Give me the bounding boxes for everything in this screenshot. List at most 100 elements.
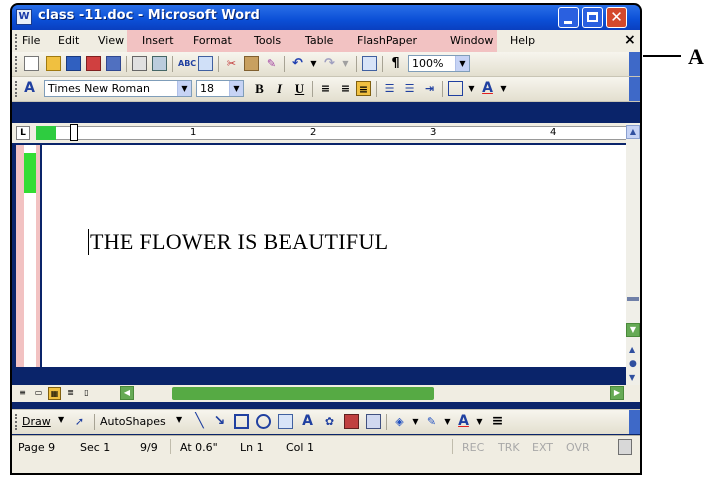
status-rec[interactable]: REC [462,441,484,454]
vertical-ruler[interactable] [16,145,40,367]
font-color-dropdown-icon[interactable]: ▼ [472,414,487,429]
horizontal-scroll-thumb[interactable] [172,387,434,400]
menu-table[interactable]: Table [305,34,333,47]
title-bar[interactable]: W class -11.doc - Microsoft Word ✕ [12,5,640,30]
spelling-status-icon[interactable] [618,439,632,455]
font-select[interactable]: Times New Roman ▼ [44,80,192,97]
line-style-icon[interactable]: ≡ [490,414,505,429]
menu-edit[interactable]: Edit [58,34,79,47]
fill-color-icon[interactable]: ◈ [392,414,407,429]
permission-icon[interactable] [86,56,101,71]
redo-dropdown-icon[interactable]: ▼ [338,56,353,71]
open-folder-icon[interactable] [46,56,61,71]
line-color-dropdown-icon[interactable]: ▼ [440,414,455,429]
next-page-icon[interactable]: ▼ [629,373,635,382]
chevron-down-icon[interactable]: ▼ [176,415,182,424]
toolbar-grip[interactable] [15,414,20,430]
border-dropdown-icon[interactable]: ▼ [464,81,479,96]
menu-tools[interactable]: Tools [254,34,281,47]
table-icon[interactable] [362,56,377,71]
print-preview-icon[interactable] [152,56,167,71]
numbering-icon[interactable]: ☰ [382,81,397,96]
horizontal-ruler[interactable]: 1 2 3 4 [36,126,628,140]
line-icon[interactable]: ╲ [192,414,207,429]
draw-menu[interactable]: Draw [22,415,51,428]
document-close-icon[interactable]: × [624,32,636,48]
save-icon[interactable] [66,56,81,71]
toolbar-grip[interactable] [15,81,20,97]
undo-dropdown-icon[interactable]: ▼ [306,56,321,71]
document-area[interactable]: THE FLOWER IS BEAUTIFUL [42,145,626,367]
italic-button[interactable]: I [272,81,287,96]
chevron-down-icon[interactable]: ▼ [177,81,191,96]
paste-icon[interactable] [244,56,259,71]
menu-window[interactable]: Window [450,34,493,47]
toolbar-options-icon[interactable] [629,410,640,434]
toolbar-options-icon[interactable] [629,77,640,101]
menu-help[interactable]: Help [510,34,535,47]
text-box-icon[interactable] [278,414,293,429]
scroll-left-icon[interactable]: ◀ [120,386,134,400]
chevron-down-icon[interactable]: ▼ [455,56,469,71]
previous-page-icon[interactable]: ▲ [629,345,635,354]
scroll-up-icon[interactable]: ▲ [626,125,640,139]
spelling-icon[interactable]: ABC [178,56,196,71]
align-center-icon[interactable]: ≡ [338,81,353,96]
undo-icon[interactable]: ↶ [290,56,305,71]
menu-insert[interactable]: Insert [142,34,174,47]
web-view-icon[interactable]: ▭ [32,387,45,400]
menu-view[interactable]: View [98,34,124,47]
tab-selector[interactable]: L [16,126,30,140]
chevron-down-icon[interactable]: ▼ [229,81,243,96]
oval-icon[interactable] [256,414,271,429]
show-formatting-icon[interactable]: ¶ [388,56,403,71]
vertical-scroll-thumb[interactable] [627,297,639,301]
font-color-dropdown-icon[interactable]: ▼ [496,81,511,96]
normal-view-icon[interactable]: ≡ [16,387,29,400]
menu-file[interactable]: File [22,34,40,47]
font-color-icon[interactable]: A [456,414,471,429]
reading-layout-icon[interactable]: ▯ [80,387,93,400]
toolbar-options-icon[interactable] [629,52,640,76]
status-ext[interactable]: EXT [532,441,553,454]
underline-button[interactable]: U [292,81,307,96]
clip-art-icon[interactable] [344,414,359,429]
print-icon[interactable] [132,56,147,71]
toolbar-grip[interactable] [15,56,20,72]
email-icon[interactable] [106,56,121,71]
chevron-down-icon[interactable]: ▼ [58,415,64,424]
new-document-icon[interactable] [24,56,39,71]
indent-icon[interactable]: ⇥ [422,81,437,96]
menu-grip[interactable] [15,34,20,50]
word-app-icon[interactable]: W [16,9,32,25]
wordart-icon[interactable]: A [300,414,315,429]
font-color-icon[interactable]: A [480,81,495,96]
rectangle-icon[interactable] [234,414,249,429]
diagram-icon[interactable]: ✿ [322,414,337,429]
zoom-select[interactable]: 100% ▼ [408,55,470,72]
outline-view-icon[interactable]: ≣ [64,387,77,400]
status-ovr[interactable]: OVR [566,441,590,454]
align-left-icon[interactable]: ≡ [318,81,333,96]
scroll-right-icon[interactable]: ▶ [610,386,624,400]
cut-icon[interactable]: ✂ [224,56,239,71]
redo-icon[interactable]: ↷ [322,56,337,71]
menu-format[interactable]: Format [193,34,232,47]
maximize-button[interactable] [582,7,603,28]
research-icon[interactable] [198,56,213,71]
status-trk[interactable]: TRK [498,441,520,454]
arrow-icon[interactable]: ↘ [212,414,227,429]
scroll-down-icon[interactable]: ▼ [626,323,640,337]
bold-button[interactable]: B [252,81,267,96]
insert-picture-icon[interactable] [366,414,381,429]
document-text[interactable]: THE FLOWER IS BEAUTIFUL [90,229,388,255]
menu-flashpaper[interactable]: FlashPaper [357,34,417,47]
styles-icon[interactable]: A [22,81,37,96]
indent-marker-icon[interactable] [70,124,78,141]
format-painter-icon[interactable]: ✎ [264,56,279,71]
line-color-icon[interactable]: ✎ [424,414,439,429]
select-objects-icon[interactable]: ➚ [72,414,87,429]
autoshapes-menu[interactable]: AutoShapes [100,415,166,428]
minimize-button[interactable] [558,7,579,28]
print-layout-view-icon[interactable]: ▦ [48,387,61,400]
